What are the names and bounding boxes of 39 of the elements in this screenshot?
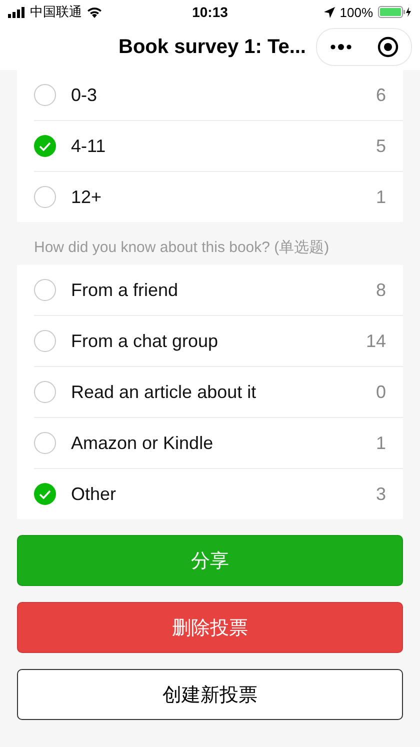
vote-count: 6 [376,84,386,106]
radio-button[interactable] [34,279,56,301]
radio-button[interactable] [34,330,56,352]
signal-icon [8,6,25,18]
battery-percent: 100% [340,4,373,20]
vote-count: 8 [376,280,386,300]
more-icon[interactable] [328,42,354,52]
option-label: 12+ [71,186,103,208]
option-label: 0-3 [71,84,98,106]
clock-time: 10:13 [192,4,228,20]
radio-button[interactable] [34,84,56,106]
radio-button[interactable] [34,381,56,403]
battery-charging-icon [378,6,412,18]
checked-radio[interactable] [34,135,56,157]
vote-count: 1 [376,186,386,208]
checkmark-icon [39,490,51,498]
checked-radio[interactable] [34,483,56,505]
delete-button[interactable]: 删除投票 [17,602,403,653]
share-button[interactable]: 分享 [17,535,403,586]
vote-count: 3 [376,484,386,504]
option-label: Read an article about it [71,382,258,402]
location-arrow-icon [324,6,335,18]
vote-count: 0 [376,382,386,402]
option-label: Amazon or Kindle [71,432,214,454]
vote-count: 14 [366,330,386,352]
option-label: From a friend [71,280,180,300]
wifi-icon [87,6,102,18]
vote-count: 1 [376,432,386,454]
option-label: 4-11 [71,136,107,156]
option-label: Other [71,484,118,504]
checkmark-icon [39,142,51,150]
page-title: Book survey 1: Te... [118,36,306,58]
question-prompt: How did you know about this book? (单选题) [33,238,330,258]
radio-button[interactable] [34,432,56,454]
radio-button[interactable] [34,186,56,208]
option-label: From a chat group [71,330,220,352]
vote-count: 5 [376,136,386,156]
create-button[interactable]: 创建新投票 [17,669,403,720]
carrier-name: 中国联通 [30,3,82,21]
